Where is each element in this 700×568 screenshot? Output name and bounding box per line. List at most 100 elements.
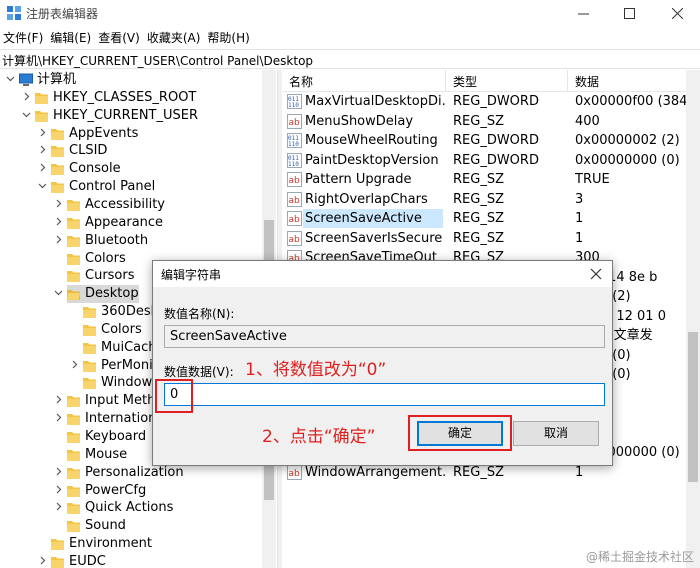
- chevron-right-icon[interactable]: [53, 199, 63, 211]
- folder-icon: [67, 501, 80, 515]
- chevron-right-icon[interactable]: [53, 485, 63, 497]
- tree-item[interactable]: HKEY_CURRENT_USER: [0, 107, 276, 125]
- chevron-right-icon[interactable]: [53, 217, 63, 229]
- annotation-box-ok-button: [408, 415, 512, 451]
- table-row[interactable]: ab ScreenSaverIsSecure REG_SZ 1: [283, 229, 700, 249]
- tree-item[interactable]: EUDC: [0, 553, 276, 568]
- tree-item[interactable]: Quick Actions: [0, 499, 276, 517]
- cell-type: REG_SZ: [453, 113, 504, 129]
- cell-data: 1: [575, 464, 584, 480]
- chevron-right-icon[interactable]: [53, 395, 63, 407]
- tree-item[interactable]: PowerCfg: [0, 482, 276, 500]
- tree-item-label: 360Desk: [101, 304, 159, 320]
- tree-item[interactable]: 计算机: [0, 71, 276, 89]
- tree-item[interactable]: Control Panel: [0, 178, 276, 196]
- chevron-right-icon[interactable]: [37, 145, 47, 157]
- annotation-step1: 1、将数值改为“0”: [245, 360, 387, 380]
- tree-item[interactable]: Personalization: [0, 464, 276, 482]
- tree-item[interactable]: AppEvents: [0, 125, 276, 143]
- dialog-title-bar: 编辑字符串: [153, 261, 612, 287]
- cell-type: REG_SZ: [453, 211, 504, 226]
- chevron-down-icon[interactable]: [37, 181, 47, 193]
- cell-data: 400: [575, 113, 600, 129]
- column-separator[interactable]: [567, 70, 568, 92]
- tree-item-label: Quick Actions: [85, 500, 174, 516]
- folder-icon: [51, 537, 64, 551]
- minimize-icon: [577, 13, 589, 15]
- list-scrollbar[interactable]: [686, 70, 700, 568]
- tree-item[interactable]: CLSID: [0, 142, 276, 160]
- tree-item-label: PerMoni: [101, 357, 153, 373]
- tree-item[interactable]: Sound: [0, 517, 276, 535]
- table-row[interactable]: 011 110 MouseWheelRouting REG_DWORD 0x000000…: [283, 131, 700, 151]
- column-header-data[interactable]: 数据: [575, 73, 599, 90]
- table-row[interactable]: ab ScreenSaveActive REG_SZ 1: [283, 209, 700, 229]
- folder-icon: [83, 376, 96, 390]
- tree-item-label: Mouse: [85, 446, 128, 462]
- menu-file[interactable]: 文件(F): [0, 28, 47, 48]
- table-row[interactable]: 011 110 MaxVirtualDesktopDi... REG_DWORD 0x0…: [283, 92, 700, 112]
- cancel-button[interactable]: 取消: [513, 421, 599, 446]
- menu-view[interactable]: 查看(V): [95, 28, 144, 48]
- folder-icon: [51, 144, 64, 158]
- chevron-right-icon[interactable]: [69, 360, 79, 372]
- tree-item-label: PowerCfg: [85, 482, 147, 498]
- tree-item-label: Desktop: [85, 286, 139, 302]
- chevron-right-icon[interactable]: [53, 413, 63, 425]
- column-header-name[interactable]: 名称: [289, 73, 313, 90]
- chevron-right-icon[interactable]: [37, 128, 47, 140]
- cell-name: PaintDesktopVersion: [305, 152, 439, 168]
- svg-text:ab: ab: [289, 235, 301, 245]
- menu-edit[interactable]: 编辑(E): [47, 28, 95, 48]
- tree-item[interactable]: Environment: [0, 535, 276, 553]
- list-scrollbar-thumb[interactable]: [688, 332, 698, 482]
- cell-data: 3: [575, 191, 584, 207]
- tree-item[interactable]: Accessibility: [0, 196, 276, 214]
- chevron-down-icon[interactable]: [21, 110, 31, 122]
- chevron-right-icon[interactable]: [37, 556, 47, 568]
- column-separator[interactable]: [445, 70, 446, 92]
- tree-item-label: HKEY_CLASSES_ROOT: [53, 89, 197, 105]
- tree-item-label: Cursors: [85, 268, 135, 284]
- tree-item-label: Keyboard: [85, 429, 147, 444]
- value-name-field: ScreenSaveActive: [164, 325, 605, 348]
- close-window-button[interactable]: [654, 0, 700, 27]
- menu-favorites[interactable]: 收藏夹(A): [144, 28, 205, 48]
- tree-item[interactable]: Appearance: [0, 214, 276, 232]
- chevron-right-icon[interactable]: [53, 235, 63, 247]
- chevron-down-icon[interactable]: [53, 288, 63, 300]
- tree-item[interactable]: Console: [0, 160, 276, 178]
- dialog-close-icon[interactable]: [588, 266, 604, 282]
- cell-name: WindowArrangement...: [305, 464, 445, 480]
- column-header-type[interactable]: 类型: [453, 73, 477, 90]
- chevron-right-icon[interactable]: [37, 163, 47, 175]
- maximize-icon: [623, 8, 635, 19]
- address-bar[interactable]: 计算机\HKEY_CURRENT_USER\Control Panel\Desk…: [0, 49, 700, 69]
- table-row[interactable]: ab Pattern Upgrade REG_SZ TRUE: [283, 170, 700, 190]
- list-header: 名称 类型 数据: [283, 70, 700, 92]
- chevron-down-icon[interactable]: [5, 74, 15, 86]
- cell-name: Pattern Upgrade: [305, 172, 412, 187]
- table-row[interactable]: ab RightOverlapChars REG_SZ 3: [283, 190, 700, 210]
- minimize-button[interactable]: [560, 0, 606, 27]
- close-icon: [671, 8, 683, 19]
- chevron-right-icon[interactable]: [53, 467, 63, 479]
- tree-item-label: Accessibility: [85, 196, 165, 212]
- chevron-right-icon[interactable]: [21, 92, 31, 104]
- maximize-button[interactable]: [606, 0, 652, 27]
- folder-icon: [83, 323, 96, 337]
- folder-icon: [67, 252, 80, 266]
- folder-icon: [67, 484, 80, 498]
- table-row[interactable]: ab MenuShowDelay REG_SZ 400: [283, 112, 700, 132]
- address-path[interactable]: 计算机\HKEY_CURRENT_USER\Control Panel\Desk…: [2, 52, 313, 69]
- tree-item[interactable]: Bluetooth: [0, 232, 276, 250]
- tree-item[interactable]: HKEY_CLASSES_ROOT: [0, 89, 276, 107]
- string-value-icon: ab: [287, 211, 302, 226]
- table-row[interactable]: 011 110 PaintDesktopVersion REG_DWORD 0x0000…: [283, 151, 700, 171]
- folder-icon: [35, 91, 48, 105]
- svg-text:110: 110: [288, 102, 299, 109]
- svg-text:110: 110: [288, 161, 299, 168]
- menu-help[interactable]: 帮助(H): [204, 28, 253, 48]
- chevron-right-icon[interactable]: [53, 502, 63, 514]
- value-data-input[interactable]: 0: [164, 383, 605, 406]
